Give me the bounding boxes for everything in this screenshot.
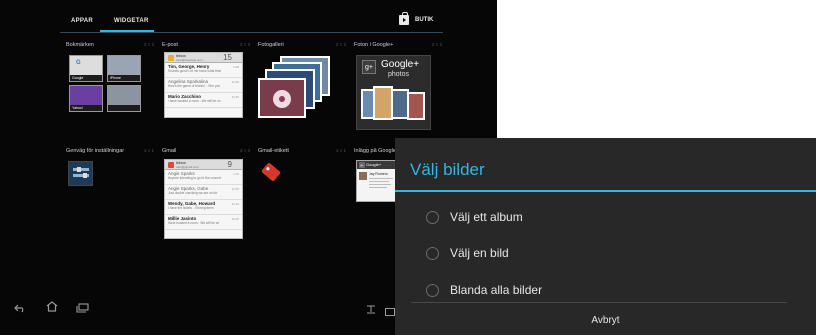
bookmark-label: Google bbox=[70, 75, 102, 81]
gplus-photos-preview: g+ Google+ photos bbox=[356, 55, 431, 130]
bookmark-thumbnail bbox=[107, 85, 141, 112]
widget-settings-shortcut[interactable]: Genväg för inställningar 1 × 1 bbox=[66, 148, 154, 186]
list-item: Angie Sparks, Gabe Just double checking … bbox=[165, 185, 242, 200]
widget-title: E-post bbox=[162, 42, 178, 48]
unread-count: 15 bbox=[223, 53, 232, 62]
widget-gmail-label[interactable]: Gmail-etikett 1 × 1 bbox=[258, 148, 346, 182]
widget-size: 1 × 1 bbox=[143, 148, 154, 153]
message-time: 11:10 bbox=[231, 202, 239, 206]
unread-count: 9 bbox=[227, 160, 232, 169]
message-snippet: Anyone intending to go to the concert bbox=[168, 176, 221, 180]
bookmark-label: Yahoo! bbox=[70, 105, 102, 111]
gmail-icon bbox=[168, 162, 174, 168]
cancel-button[interactable]: Avbryt bbox=[395, 304, 816, 335]
widget-title: Fotogalleri bbox=[258, 42, 284, 48]
settings-icon bbox=[68, 161, 93, 186]
account-label: user@gmail.com bbox=[176, 165, 199, 169]
photo-thumbnail bbox=[373, 86, 393, 120]
widget-size: 2 × 2 bbox=[335, 42, 346, 47]
message-time: 12:25 bbox=[231, 187, 239, 191]
screenshot-icon[interactable] bbox=[366, 301, 376, 319]
inbox-icon bbox=[168, 55, 174, 61]
dialog-title-divider bbox=[395, 190, 816, 192]
option-label: Välj ett album bbox=[450, 210, 523, 224]
bookmark-thumbnail: iPhone bbox=[107, 55, 141, 82]
tab-bar: APPAR WIDGETAR BUTIK bbox=[0, 0, 497, 36]
radio-button[interactable] bbox=[426, 247, 439, 260]
list-item: Millie Jasinto Have booked a room - We w… bbox=[165, 215, 242, 230]
bookmark-thumbnail: G Google bbox=[69, 55, 103, 82]
post-author: Jay Romero bbox=[369, 172, 388, 176]
message-time: 1:30 bbox=[233, 172, 239, 176]
back-icon[interactable] bbox=[14, 300, 26, 318]
gmail-preview-card: Inbox user@gmail.com 9 Angie Sparks Anyo… bbox=[164, 159, 243, 239]
widget-bookmarks[interactable]: Bokmärken 3 × 2 G Google iPhone Yahoo! bbox=[66, 42, 154, 112]
widget-size: 3 × 3 bbox=[239, 42, 250, 47]
widget-gplus-photos[interactable]: Foton i Google+ 2 × 2 g+ Google+ photos bbox=[354, 42, 442, 130]
widget-size: 1 × 1 bbox=[335, 148, 346, 153]
gplus-icon: g+ bbox=[362, 60, 376, 74]
home-icon[interactable] bbox=[46, 299, 58, 317]
widget-size: 3 × 2 bbox=[143, 42, 154, 47]
flower-photo bbox=[258, 78, 306, 118]
radio-button[interactable] bbox=[426, 211, 439, 224]
tab-apps[interactable]: APPAR bbox=[71, 18, 93, 24]
list-item: Angie Sparks Anyone intending to go to t… bbox=[165, 170, 242, 185]
widget-photo-gallery[interactable]: Fotogalleri 2 × 2 bbox=[258, 42, 346, 118]
dialog-title: Välj bilder bbox=[410, 160, 485, 179]
gplus-header: Google+ bbox=[366, 162, 382, 167]
widget-title: Gmail bbox=[162, 148, 177, 154]
account-label: user@example.com bbox=[176, 58, 203, 62]
option-choose-image[interactable]: Välj en bild bbox=[395, 236, 816, 272]
bookmark-thumbnail: Yahoo! bbox=[69, 85, 103, 112]
gallery-icon[interactable] bbox=[385, 303, 395, 321]
message-snippet: I have the tickets - I'll bring them bbox=[168, 206, 214, 210]
choose-images-dialog: Välj bilder Välj ett album Välj en bild … bbox=[395, 138, 816, 335]
list-item: Angelina Sparkalina How's the game of te… bbox=[165, 78, 242, 93]
dialog-button-divider bbox=[411, 302, 787, 303]
message-time: 11:50 bbox=[231, 95, 239, 99]
gmail-label-icon bbox=[261, 162, 281, 182]
message-snippet: Just double checking we are on for bbox=[168, 191, 218, 195]
email-preview-card: Inbox user@example.com 15 Tim, George, H… bbox=[164, 52, 243, 118]
message-snippet: How's the game of tennis? - See you bbox=[168, 84, 220, 88]
message-time: 10:02 bbox=[231, 217, 239, 221]
widget-title: Genväg för inställningar bbox=[66, 148, 125, 154]
store-button[interactable]: BUTIK bbox=[415, 17, 433, 23]
tab-divider bbox=[60, 32, 443, 33]
option-label: Blanda alla bilder bbox=[450, 283, 543, 297]
message-snippet: Sounds good! Let me know what time bbox=[168, 69, 222, 73]
option-choose-album[interactable]: Välj ett album bbox=[395, 200, 816, 236]
photo-thumbnail bbox=[407, 92, 425, 120]
list-item: Tim, George, Henry Sounds good! Let me k… bbox=[165, 63, 242, 78]
radio-button[interactable] bbox=[426, 284, 439, 297]
widget-size: 2 × 2 bbox=[431, 42, 442, 47]
shopping-bag-play-icon[interactable] bbox=[399, 12, 409, 25]
widget-title: Bokmärken bbox=[66, 42, 94, 48]
widget-title: Foton i Google+ bbox=[354, 42, 394, 48]
message-snippet: Have booked a room - We will be on bbox=[168, 221, 220, 225]
tab-widgets[interactable]: WIDGETAR bbox=[114, 18, 149, 24]
message-time: 1:48 bbox=[233, 65, 239, 69]
gplus-icon: g+ bbox=[359, 162, 365, 168]
recent-apps-icon[interactable] bbox=[76, 300, 89, 318]
message-snippet: I have booked a room - We will be on bbox=[168, 99, 221, 103]
widget-email[interactable]: E-post 3 × 3 Inbox user@example.com 15 T… bbox=[162, 42, 250, 118]
avatar bbox=[359, 172, 367, 180]
gplus-brand: Google+ bbox=[381, 59, 420, 70]
gplus-photos-sub: photos bbox=[388, 71, 410, 78]
widget-gmail[interactable]: Gmail 3 × 3 Inbox user@gmail.com 9 Angie… bbox=[162, 148, 250, 239]
widget-size: 3 × 3 bbox=[239, 148, 250, 153]
gplus-posts-preview: g+ Google+ Jay Romero bbox=[356, 160, 396, 202]
bookmark-label bbox=[108, 105, 140, 111]
option-label: Välj en bild bbox=[450, 246, 509, 260]
list-item: Mario Zacchino I have booked a room - We… bbox=[165, 93, 242, 108]
message-time: 12:20 bbox=[231, 80, 239, 84]
list-item: Wendy, Gabe, Howard I have the tickets -… bbox=[165, 200, 242, 215]
bookmark-label: iPhone bbox=[108, 75, 140, 81]
widget-title: Gmail-etikett bbox=[258, 148, 289, 154]
